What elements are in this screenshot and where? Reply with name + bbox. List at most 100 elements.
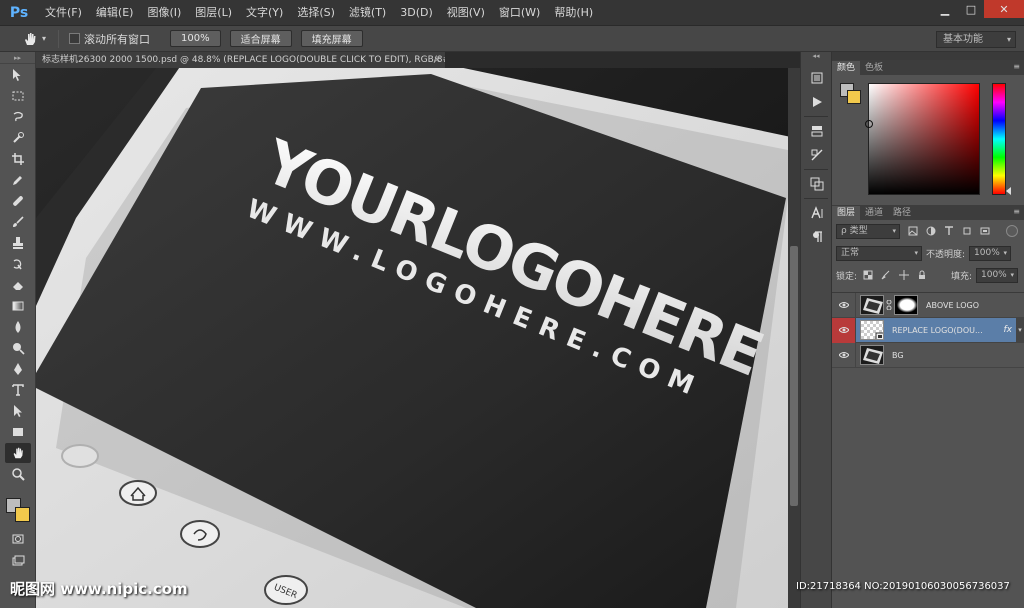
blend-mode-select[interactable]: 正常 ▾ bbox=[836, 245, 922, 261]
gradient-tool[interactable] bbox=[5, 296, 31, 316]
healing-brush-tool[interactable] bbox=[5, 191, 31, 211]
history-panel-button[interactable] bbox=[806, 68, 828, 88]
menu-view[interactable]: 视图(V) bbox=[440, 0, 492, 26]
preset-caret-icon[interactable]: ▾ bbox=[42, 34, 46, 43]
color-swatches[interactable] bbox=[6, 498, 32, 524]
menu-window[interactable]: 窗口(W) bbox=[492, 0, 547, 26]
tab-color[interactable]: 颜色 bbox=[832, 61, 861, 75]
layer-above-logo[interactable]: ABOVE LOGO bbox=[832, 292, 1024, 318]
document-tab[interactable]: 标志样机26300 2000 1500.psd @ 48.8% (REPLACE… bbox=[36, 52, 446, 68]
panel-menu-icon[interactable]: ≡ bbox=[1013, 207, 1020, 216]
menu-filter[interactable]: 滤镜(T) bbox=[342, 0, 393, 26]
filter-type-button[interactable] bbox=[942, 224, 956, 238]
stamp-icon bbox=[13, 237, 23, 249]
character-panel-button[interactable] bbox=[806, 203, 828, 223]
dodge-tool[interactable] bbox=[5, 338, 31, 358]
fill-input[interactable]: 100% ▾ bbox=[976, 267, 1018, 283]
tab-channels[interactable]: 通道 bbox=[860, 206, 888, 220]
fill-screen-button[interactable]: 填充屏幕 bbox=[300, 30, 363, 47]
divider bbox=[804, 169, 828, 170]
panel-menu-icon[interactable]: ≡ bbox=[1013, 62, 1020, 71]
tab-paths[interactable]: 路径 bbox=[888, 206, 916, 220]
marquee-icon bbox=[12, 91, 24, 101]
marquee-tool[interactable] bbox=[5, 86, 31, 106]
type-tool[interactable] bbox=[5, 380, 31, 400]
lock-pixels-button[interactable] bbox=[879, 268, 893, 282]
screen-mode-tool[interactable] bbox=[5, 551, 31, 571]
hand-tool-preset-icon[interactable] bbox=[18, 29, 42, 49]
history-brush-tool[interactable] bbox=[5, 254, 31, 274]
pen-tool[interactable] bbox=[5, 359, 31, 379]
layer-replace-logo[interactable]: REPLACE LOGO(DOU... fx ▾ bbox=[832, 317, 1024, 343]
saturation-value-field[interactable] bbox=[865, 83, 980, 195]
background-color-chip[interactable] bbox=[847, 90, 861, 104]
crop-tool[interactable] bbox=[5, 149, 31, 169]
lasso-tool[interactable] bbox=[5, 107, 31, 127]
effects-expand-caret-icon[interactable]: ▾ bbox=[1016, 317, 1024, 343]
layer-effects-icon[interactable]: fx bbox=[1004, 325, 1013, 335]
background-color-swatch[interactable] bbox=[15, 507, 30, 522]
hue-marker-icon[interactable] bbox=[1006, 187, 1011, 195]
scrollbar-thumb[interactable] bbox=[790, 246, 798, 506]
filter-adjustment-button[interactable] bbox=[924, 224, 938, 238]
path-select-tool[interactable] bbox=[5, 401, 31, 421]
properties-panel-button[interactable] bbox=[806, 121, 828, 141]
link-chain-icon[interactable] bbox=[885, 300, 893, 310]
menu-edit[interactable]: 编辑(E) bbox=[89, 0, 141, 26]
stamp-tool[interactable] bbox=[5, 233, 31, 253]
dock-grip-icon[interactable]: ◂◂ bbox=[801, 52, 831, 64]
actions-panel-button[interactable] bbox=[806, 92, 828, 112]
filter-toggle-button[interactable] bbox=[1006, 225, 1018, 237]
filter-pixel-button[interactable] bbox=[906, 224, 920, 238]
menu-file[interactable]: 文件(F) bbox=[38, 0, 89, 26]
zoom-100-button[interactable]: 100% bbox=[170, 30, 221, 47]
tab-layers[interactable]: 图层 bbox=[832, 206, 861, 220]
paragraph-panel-button[interactable] bbox=[806, 227, 828, 247]
document-canvas[interactable]: YOURLOGOHERE WWW.LOGOHERE.COM USER bbox=[36, 68, 788, 608]
lock-transparent-button[interactable] bbox=[861, 268, 875, 282]
fit-screen-button[interactable]: 适合屏幕 bbox=[229, 30, 292, 47]
quick-select-tool[interactable] bbox=[5, 128, 31, 148]
panel-grip-icon[interactable]: ▸▸ bbox=[0, 52, 35, 64]
layer-bg[interactable]: BG bbox=[832, 342, 1024, 368]
opacity-value: 100% bbox=[974, 247, 1000, 258]
eyedropper-tool[interactable] bbox=[5, 170, 31, 190]
filter-kind-select[interactable]: ρ 类型 ▾ bbox=[836, 223, 900, 239]
tab-swatches[interactable]: 色板 bbox=[860, 61, 888, 75]
lock-position-button[interactable] bbox=[897, 268, 911, 282]
blur-tool[interactable] bbox=[5, 317, 31, 337]
layer-mask-thumbnail[interactable] bbox=[894, 295, 918, 315]
adjustments-panel-button[interactable] bbox=[806, 145, 828, 165]
brush-tool[interactable] bbox=[5, 212, 31, 232]
move-tool[interactable] bbox=[5, 65, 31, 85]
menu-help[interactable]: 帮助(H) bbox=[547, 0, 600, 26]
chevron-down-icon: ▾ bbox=[1010, 270, 1014, 279]
vertical-scrollbar[interactable] bbox=[788, 68, 800, 608]
visibility-eye-icon[interactable] bbox=[832, 342, 856, 368]
quick-mask-tool[interactable] bbox=[5, 529, 31, 549]
color-picker-marker[interactable] bbox=[865, 120, 873, 128]
filter-smart-object-button[interactable] bbox=[978, 224, 992, 238]
hue-slider[interactable] bbox=[992, 83, 1006, 195]
menu-3d[interactable]: 3D(D) bbox=[393, 0, 440, 26]
scroll-all-windows-checkbox[interactable] bbox=[69, 33, 81, 44]
lock-all-button[interactable] bbox=[915, 268, 929, 282]
menu-type[interactable]: 文字(Y) bbox=[239, 0, 290, 26]
visibility-eye-icon[interactable] bbox=[832, 317, 856, 343]
close-button[interactable]: ✕ bbox=[984, 0, 1024, 18]
opacity-input[interactable]: 100% ▾ bbox=[969, 245, 1012, 261]
clone-source-panel-button[interactable] bbox=[806, 174, 828, 194]
filter-shape-button[interactable] bbox=[960, 224, 974, 238]
visibility-eye-icon[interactable] bbox=[832, 292, 856, 318]
maximize-button[interactable]: □ bbox=[958, 0, 984, 18]
hand-tool[interactable] bbox=[5, 443, 31, 463]
close-tab-icon[interactable]: × bbox=[433, 52, 441, 68]
workspace-select[interactable]: 基本功能 ▾ bbox=[936, 31, 1016, 48]
rectangle-tool[interactable] bbox=[5, 422, 31, 442]
minimize-button[interactable]: ▁ bbox=[932, 0, 958, 18]
menu-layer[interactable]: 图层(L) bbox=[188, 0, 239, 26]
zoom-tool[interactable] bbox=[5, 464, 31, 484]
menu-select[interactable]: 选择(S) bbox=[290, 0, 342, 26]
eraser-tool[interactable] bbox=[5, 275, 31, 295]
menu-image[interactable]: 图像(I) bbox=[140, 0, 188, 26]
